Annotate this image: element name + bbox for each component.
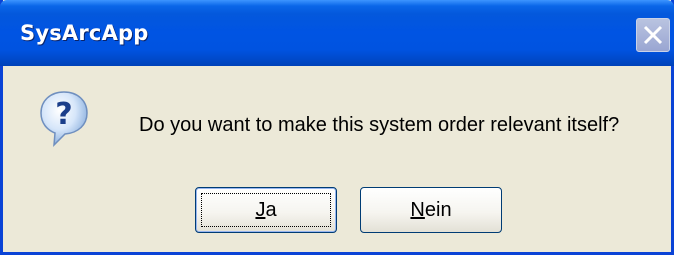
- dialog-window: SysArcApp ? Do you want to make this sys…: [0, 0, 674, 255]
- close-button[interactable]: [636, 18, 670, 52]
- svg-text:?: ?: [55, 97, 72, 132]
- window-title: SysArcApp: [20, 21, 149, 45]
- yes-button-label: Ja: [255, 198, 277, 221]
- question-icon: ?: [39, 90, 89, 148]
- close-icon: [643, 25, 663, 45]
- no-button[interactable]: Nein: [360, 187, 502, 233]
- title-bar[interactable]: SysArcApp: [0, 0, 674, 66]
- yes-button[interactable]: Ja: [195, 187, 337, 233]
- no-button-label: Nein: [410, 198, 452, 221]
- dialog-message: Do you want to make this system order re…: [139, 114, 620, 136]
